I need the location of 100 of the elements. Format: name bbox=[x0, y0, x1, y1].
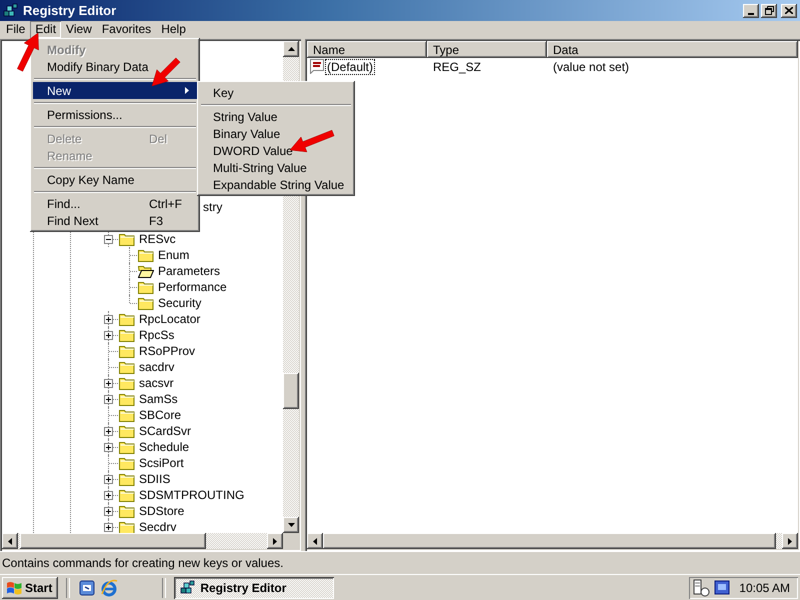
menu-item[interactable]: DWORD Value bbox=[200, 142, 352, 159]
pointer-arrow bbox=[152, 58, 180, 86]
scrollbar-corner bbox=[283, 533, 299, 550]
menu-item[interactable]: Permissions... bbox=[33, 106, 197, 123]
menu-item[interactable]: Expandable String Value bbox=[200, 176, 352, 193]
restore-icon bbox=[764, 6, 774, 16]
status-text: Contains commands for creating new keys or values. bbox=[2, 556, 284, 570]
menu-item[interactable]: Modify Binary Data bbox=[33, 58, 197, 75]
tree-item[interactable]: sacdrv bbox=[138, 359, 176, 376]
scroll-right-button[interactable] bbox=[782, 533, 798, 550]
up-arrow-icon bbox=[288, 47, 294, 52]
menu-item[interactable]: Binary Value bbox=[200, 125, 352, 142]
minimize-icon bbox=[748, 12, 754, 15]
tree-item[interactable]: SamSs bbox=[138, 391, 179, 408]
shortcut-text: Ctrl+F bbox=[149, 196, 182, 210]
value-data: (value not set) bbox=[552, 60, 630, 74]
menu-item[interactable]: String Value bbox=[200, 108, 352, 125]
menu-item[interactable]: Find... Ctrl+F bbox=[33, 195, 197, 212]
tree-item[interactable]: SDIIS bbox=[138, 471, 172, 488]
network-computer-icon[interactable] bbox=[693, 578, 712, 597]
pointer-arrow bbox=[17, 32, 39, 72]
tree-item[interactable]: SDStore bbox=[138, 503, 186, 520]
tree-item[interactable]: RESvc bbox=[138, 231, 177, 248]
right-arrow-icon bbox=[273, 538, 277, 545]
folder-icon bbox=[119, 232, 135, 246]
tree-item[interactable]: sacsvr bbox=[138, 375, 175, 392]
expand-button[interactable] bbox=[104, 523, 113, 532]
scroll-down-button[interactable] bbox=[283, 517, 299, 534]
tree-item[interactable]: stry bbox=[202, 199, 224, 216]
menu-bar-item[interactable]: Favorites bbox=[96, 21, 156, 38]
expand-button[interactable] bbox=[104, 443, 113, 452]
shortcut-text: F3 bbox=[149, 214, 164, 228]
scroll-left-button[interactable] bbox=[307, 533, 323, 550]
column-header[interactable]: Type bbox=[427, 41, 547, 58]
scroll-up-button[interactable] bbox=[283, 41, 299, 58]
expand-button[interactable] bbox=[104, 507, 113, 516]
tree-item[interactable]: RpcSs bbox=[138, 327, 176, 344]
start-button[interactable]: Start bbox=[2, 576, 58, 599]
tree-item[interactable]: ScsiPort bbox=[138, 455, 185, 472]
folder-icon bbox=[119, 440, 135, 454]
collapse-button[interactable] bbox=[104, 235, 113, 244]
restore-button[interactable] bbox=[761, 4, 777, 18]
horizontal-scrollbar[interactable] bbox=[2, 533, 283, 550]
close-button[interactable] bbox=[781, 4, 797, 18]
tree-item[interactable]: Security bbox=[157, 295, 202, 312]
window-title: Registry Editor bbox=[23, 3, 116, 18]
expand-button[interactable] bbox=[104, 331, 113, 340]
scroll-left-button[interactable] bbox=[2, 533, 18, 550]
column-header[interactable]: Data bbox=[547, 41, 798, 58]
tree-item[interactable]: Secdrv bbox=[138, 519, 178, 534]
tree-item[interactable]: Enum bbox=[157, 247, 190, 264]
menu-item[interactable]: Key bbox=[200, 84, 352, 101]
scroll-thumb[interactable] bbox=[20, 533, 206, 550]
right-arrow-icon bbox=[788, 538, 792, 545]
folder-icon bbox=[119, 328, 135, 342]
scroll-thumb[interactable] bbox=[283, 373, 299, 410]
folder-icon bbox=[119, 392, 135, 406]
folder-icon bbox=[119, 376, 135, 390]
folder-icon bbox=[119, 312, 135, 326]
value-type: REG_SZ bbox=[432, 60, 482, 74]
scroll-right-button[interactable] bbox=[267, 533, 283, 550]
tree-item[interactable]: SBCore bbox=[138, 407, 182, 424]
folder-icon bbox=[119, 472, 135, 486]
folder-icon bbox=[119, 488, 135, 502]
tree-item[interactable]: Parameters bbox=[157, 263, 222, 280]
menu-item[interactable]: Multi-String Value bbox=[200, 159, 352, 176]
menu-bar-item[interactable]: File bbox=[1, 21, 30, 38]
shortcut-text: Del bbox=[149, 132, 168, 146]
expand-button[interactable] bbox=[104, 475, 113, 484]
windows-flag-icon bbox=[6, 580, 22, 595]
expand-button[interactable] bbox=[104, 491, 113, 500]
expand-button[interactable] bbox=[104, 395, 113, 404]
tree-item[interactable]: SDSMTPROUTING bbox=[138, 487, 246, 504]
folder-icon bbox=[119, 456, 135, 470]
column-header[interactable]: Name bbox=[307, 41, 427, 58]
folder-icon bbox=[119, 360, 135, 374]
value-name[interactable]: (Default) bbox=[326, 60, 374, 74]
tree-item[interactable]: Schedule bbox=[138, 439, 190, 456]
expand-button[interactable] bbox=[104, 427, 113, 436]
menu-bar-item[interactable]: View bbox=[61, 21, 97, 38]
menu-item[interactable]: Copy Key Name bbox=[33, 171, 197, 188]
tree-item[interactable]: Performance bbox=[157, 279, 228, 296]
desktop-icon[interactable] bbox=[78, 578, 96, 597]
tree-item[interactable]: RSoPProv bbox=[138, 343, 196, 360]
left-arrow-icon bbox=[8, 538, 12, 545]
folder-icon bbox=[119, 424, 135, 438]
minimize-button[interactable] bbox=[743, 4, 759, 18]
expand-button[interactable] bbox=[104, 379, 113, 388]
tree-item[interactable]: RpcLocator bbox=[138, 311, 202, 328]
menu-bar-item[interactable]: Help bbox=[156, 21, 191, 38]
expand-button[interactable] bbox=[104, 315, 113, 324]
registry-cubes-icon bbox=[3, 2, 19, 19]
taskbar-button[interactable]: Registry Editor bbox=[174, 576, 334, 599]
monitor-icon[interactable] bbox=[713, 578, 732, 597]
menu-item[interactable]: New bbox=[33, 82, 197, 99]
tree-item[interactable]: SCardSvr bbox=[138, 423, 192, 440]
folder-icon bbox=[119, 504, 135, 518]
menu-item[interactable]: Find Next F3 bbox=[33, 212, 197, 229]
menu-bar-item[interactable]: Edit bbox=[30, 21, 62, 38]
folder-icon bbox=[119, 520, 135, 534]
